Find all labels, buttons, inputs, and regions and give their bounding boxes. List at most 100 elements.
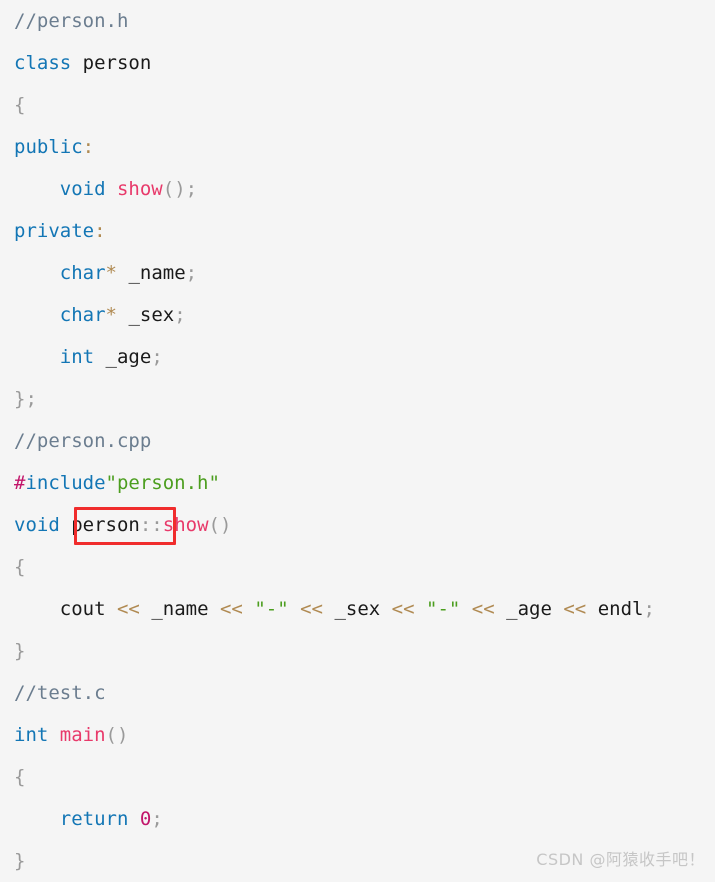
code-token-punct: ; <box>185 262 198 284</box>
code-token-op: : <box>82 136 95 158</box>
code-snippet-panel: //person.h class person { public: void show… <box>0 0 715 880</box>
code-token-punct: }; <box>14 388 37 410</box>
code-token-hash: # <box>14 472 26 494</box>
code-lines-container: //person.h class person { public: void show… <box>0 0 715 882</box>
code-token-ident: person <box>82 52 152 74</box>
code-token-string: "person.h" <box>105 472 220 494</box>
code-token-keyword: include <box>25 472 106 494</box>
code-token-comment: //test.c <box>14 682 106 704</box>
code-line: int main() <box>0 714 715 756</box>
csdn-watermark: CSDN @阿猿收手吧！ <box>536 850 705 869</box>
code-line: }; <box>0 378 715 420</box>
code-token-op: * <box>105 262 117 284</box>
code-token-keyword: class <box>14 52 72 74</box>
code-token-ident: _name <box>151 598 209 620</box>
code-token-keyword: return <box>59 808 129 830</box>
code-token-func: show <box>162 514 209 536</box>
code-token-ident: _age <box>105 346 152 368</box>
code-line: void person::show() <box>0 504 715 546</box>
code-token-punct: { <box>14 94 26 116</box>
code-line: { <box>0 756 715 798</box>
code-token-ident: person <box>71 514 140 536</box>
code-token-ident: _name <box>128 262 186 284</box>
code-line: private: <box>0 210 715 252</box>
code-token-punct: { <box>14 766 26 788</box>
code-token-keyword: char <box>59 262 106 284</box>
code-line: //test.c <box>0 672 715 714</box>
code-token-keyword: int <box>59 346 95 368</box>
code-token-op: << <box>471 598 495 620</box>
code-token-punct: } <box>14 640 26 662</box>
code-token-op: : <box>94 220 106 242</box>
code-line: int _age; <box>0 336 715 378</box>
code-token-punct: ; <box>643 598 655 620</box>
code-line: //person.h <box>0 0 715 42</box>
code-line: cout << _name << "-" << _sex << "-" << _… <box>0 588 715 630</box>
code-token-comment: //person.cpp <box>14 430 152 452</box>
code-token-punct: () <box>208 514 232 536</box>
code-token-punct: ; <box>151 346 163 368</box>
code-token-func: show <box>116 178 163 200</box>
code-token-punct: ; <box>174 304 186 326</box>
code-token-punct: () <box>105 724 129 746</box>
code-line: #include"person.h" <box>0 462 715 504</box>
code-token-ident: _sex <box>128 304 175 326</box>
code-line: { <box>0 546 715 588</box>
code-token-op: << <box>300 598 323 620</box>
code-token-func: main <box>59 724 106 746</box>
code-token-punct: :: <box>139 514 163 536</box>
code-token-op: * <box>105 304 117 326</box>
code-line: void show(); <box>0 168 715 210</box>
code-token-keyword: int <box>14 724 49 746</box>
code-token-string: "-" <box>426 598 461 620</box>
code-token-keyword: private <box>14 220 95 242</box>
code-token-op: << <box>391 598 415 620</box>
code-line: char* _sex; <box>0 294 715 336</box>
code-token-punct: { <box>14 556 26 578</box>
code-token-string: "-" <box>254 598 289 620</box>
code-line: { <box>0 84 715 126</box>
code-line: public: <box>0 126 715 168</box>
code-token-punct: (); <box>162 178 198 200</box>
code-line: class person <box>0 42 715 84</box>
code-line: //person.cpp <box>0 420 715 462</box>
code-token-ident: cout <box>59 598 106 620</box>
code-token-keyword: char <box>59 304 106 326</box>
code-token-number: 0 <box>139 808 152 830</box>
code-token-keyword: void <box>59 178 106 200</box>
code-token-ident: _age <box>506 598 552 620</box>
code-line: } <box>0 630 715 672</box>
code-token-keyword: void <box>14 514 60 536</box>
code-line: char* _name; <box>0 252 715 294</box>
code-token-ident: endl <box>597 598 644 620</box>
code-token-op: << <box>563 598 587 620</box>
code-line: return 0; <box>0 798 715 840</box>
code-token-op: << <box>219 598 243 620</box>
code-token-comment: //person.h <box>14 10 129 32</box>
